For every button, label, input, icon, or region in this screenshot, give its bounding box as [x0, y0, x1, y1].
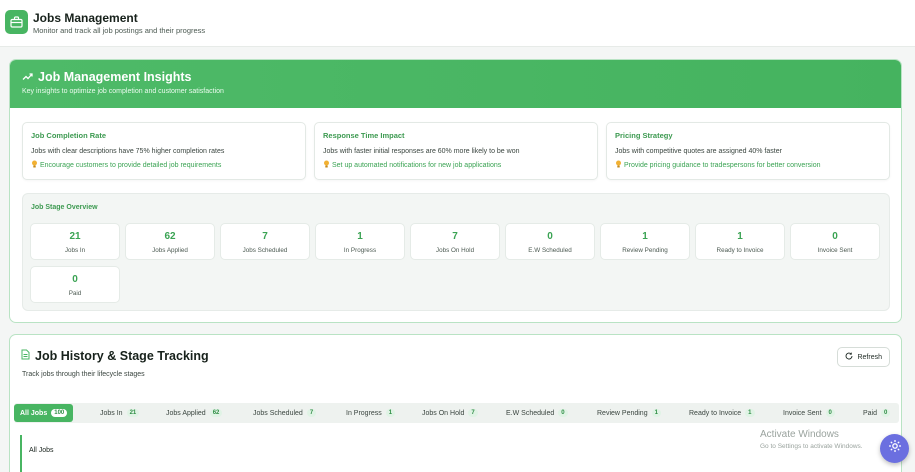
- refresh-button[interactable]: Refresh: [837, 347, 890, 367]
- insights-header: Job Management Insights Key insights to …: [10, 60, 901, 108]
- stage-stat-paid: 0 Paid: [30, 266, 120, 303]
- card-title: Job Completion Rate: [31, 131, 107, 140]
- tab-review-pending[interactable]: Review Pending 1: [591, 404, 667, 422]
- stage-stat-in-progress: 1 In Progress: [315, 223, 405, 260]
- insight-cards: Job Completion Rate Jobs with clear desc…: [22, 122, 890, 180]
- tab-all-jobs[interactable]: All Jobs 100: [14, 404, 74, 422]
- count-badge: 1: [385, 409, 396, 417]
- history-subtitle: Track jobs through their lifecycle stage…: [22, 371, 145, 378]
- stage-stat-ready-to-invoice: 1 Ready to Invoice: [695, 223, 785, 260]
- briefcase-icon: [5, 10, 28, 34]
- job-stage-overview: Job Stage Overview 21 Jobs In 62 Jobs Ap…: [22, 193, 890, 311]
- card-tip: Provide pricing guidance to tradesperson…: [615, 160, 881, 170]
- lightbulb-icon: [323, 160, 330, 170]
- tab-ew-scheduled[interactable]: E.W Scheduled 0: [500, 404, 574, 422]
- gear-icon: [888, 439, 902, 458]
- stage-stat-jobs-applied: 62 Jobs Applied: [125, 223, 215, 260]
- count-badge: 100: [51, 409, 68, 417]
- lightbulb-icon: [31, 160, 38, 170]
- card-text: Jobs with faster initial responses are 6…: [323, 148, 520, 155]
- count-badge: 7: [306, 409, 317, 417]
- count-badge: 62: [209, 409, 223, 417]
- top-header: Jobs Management Monitor and track all jo…: [0, 0, 915, 47]
- tab-in-progress[interactable]: In Progress 1: [340, 404, 401, 422]
- card-tip: Encourage customers to provide detailed …: [31, 160, 297, 170]
- insights-subtitle: Key insights to optimize job completion …: [22, 88, 224, 95]
- stage-stat-jobs-scheduled: 7 Jobs Scheduled: [220, 223, 310, 260]
- tab-paid[interactable]: Paid 0: [857, 404, 896, 422]
- tab-jobs-on-hold[interactable]: Jobs On Hold 7: [416, 404, 484, 422]
- tab-jobs-applied[interactable]: Jobs Applied 62: [160, 404, 228, 422]
- settings-fab[interactable]: [880, 434, 909, 463]
- stage-stat-jobs-in: 21 Jobs In: [30, 223, 120, 260]
- count-badge: 21: [126, 409, 140, 417]
- insight-card-completion: Job Completion Rate Jobs with clear desc…: [22, 122, 306, 180]
- activate-windows-watermark: Activate Windows Go to Settings to activ…: [760, 429, 863, 450]
- page-title: Jobs Management: [33, 11, 138, 25]
- stage-stat-ew-scheduled: 0 E.W Scheduled: [505, 223, 595, 260]
- card-title: Pricing Strategy: [615, 131, 673, 140]
- stage-tabs: All Jobs 100 Jobs In 21 Jobs Applied 62 Job…: [14, 403, 899, 423]
- count-badge: 1: [745, 409, 755, 417]
- lightbulb-icon: [615, 160, 622, 170]
- tab-jobs-scheduled[interactable]: Jobs Scheduled 7: [247, 404, 322, 422]
- count-badge: 0: [558, 409, 568, 417]
- insight-card-pricing: Pricing Strategy Jobs with competitive q…: [606, 122, 890, 180]
- count-badge: 1: [651, 409, 661, 417]
- stage-stat-jobs-on-hold: 7 Jobs On Hold: [410, 223, 500, 260]
- tab-ready-to-invoice[interactable]: Ready to Invoice 1: [683, 404, 761, 422]
- stage-stat-invoice-sent: 0 Invoice Sent: [790, 223, 880, 260]
- tab-jobs-in[interactable]: Jobs In 21: [94, 404, 145, 422]
- insights-title: Job Management Insights: [38, 70, 192, 84]
- job-history-section: Job History & Stage Tracking Track jobs …: [9, 334, 902, 472]
- card-text: Jobs with competitive quotes are assigne…: [615, 148, 782, 155]
- card-text: Jobs with clear descriptions have 75% hi…: [31, 148, 225, 155]
- panel-label: All Jobs: [29, 447, 54, 454]
- insight-card-response: Response Time Impact Jobs with faster in…: [314, 122, 598, 180]
- history-title: Job History & Stage Tracking: [35, 349, 209, 363]
- refresh-icon: [845, 352, 853, 362]
- stage-overview-title: Job Stage Overview: [31, 204, 98, 211]
- card-tip: Set up automated notifications for new j…: [323, 160, 589, 170]
- page-subtitle: Monitor and track all job postings and t…: [33, 26, 206, 35]
- stage-stat-review-pending: 1 Review Pending: [600, 223, 690, 260]
- document-icon: [21, 349, 30, 363]
- count-badge: 0: [825, 409, 835, 417]
- count-badge: 0: [881, 409, 891, 417]
- insights-section: Job Management Insights Key insights to …: [9, 59, 902, 323]
- trending-up-icon: [22, 70, 33, 84]
- tab-invoice-sent[interactable]: Invoice Sent 0: [777, 404, 841, 422]
- count-badge: 7: [468, 409, 478, 417]
- history-heading: Job History & Stage Tracking: [21, 349, 209, 363]
- card-title: Response Time Impact: [323, 131, 405, 140]
